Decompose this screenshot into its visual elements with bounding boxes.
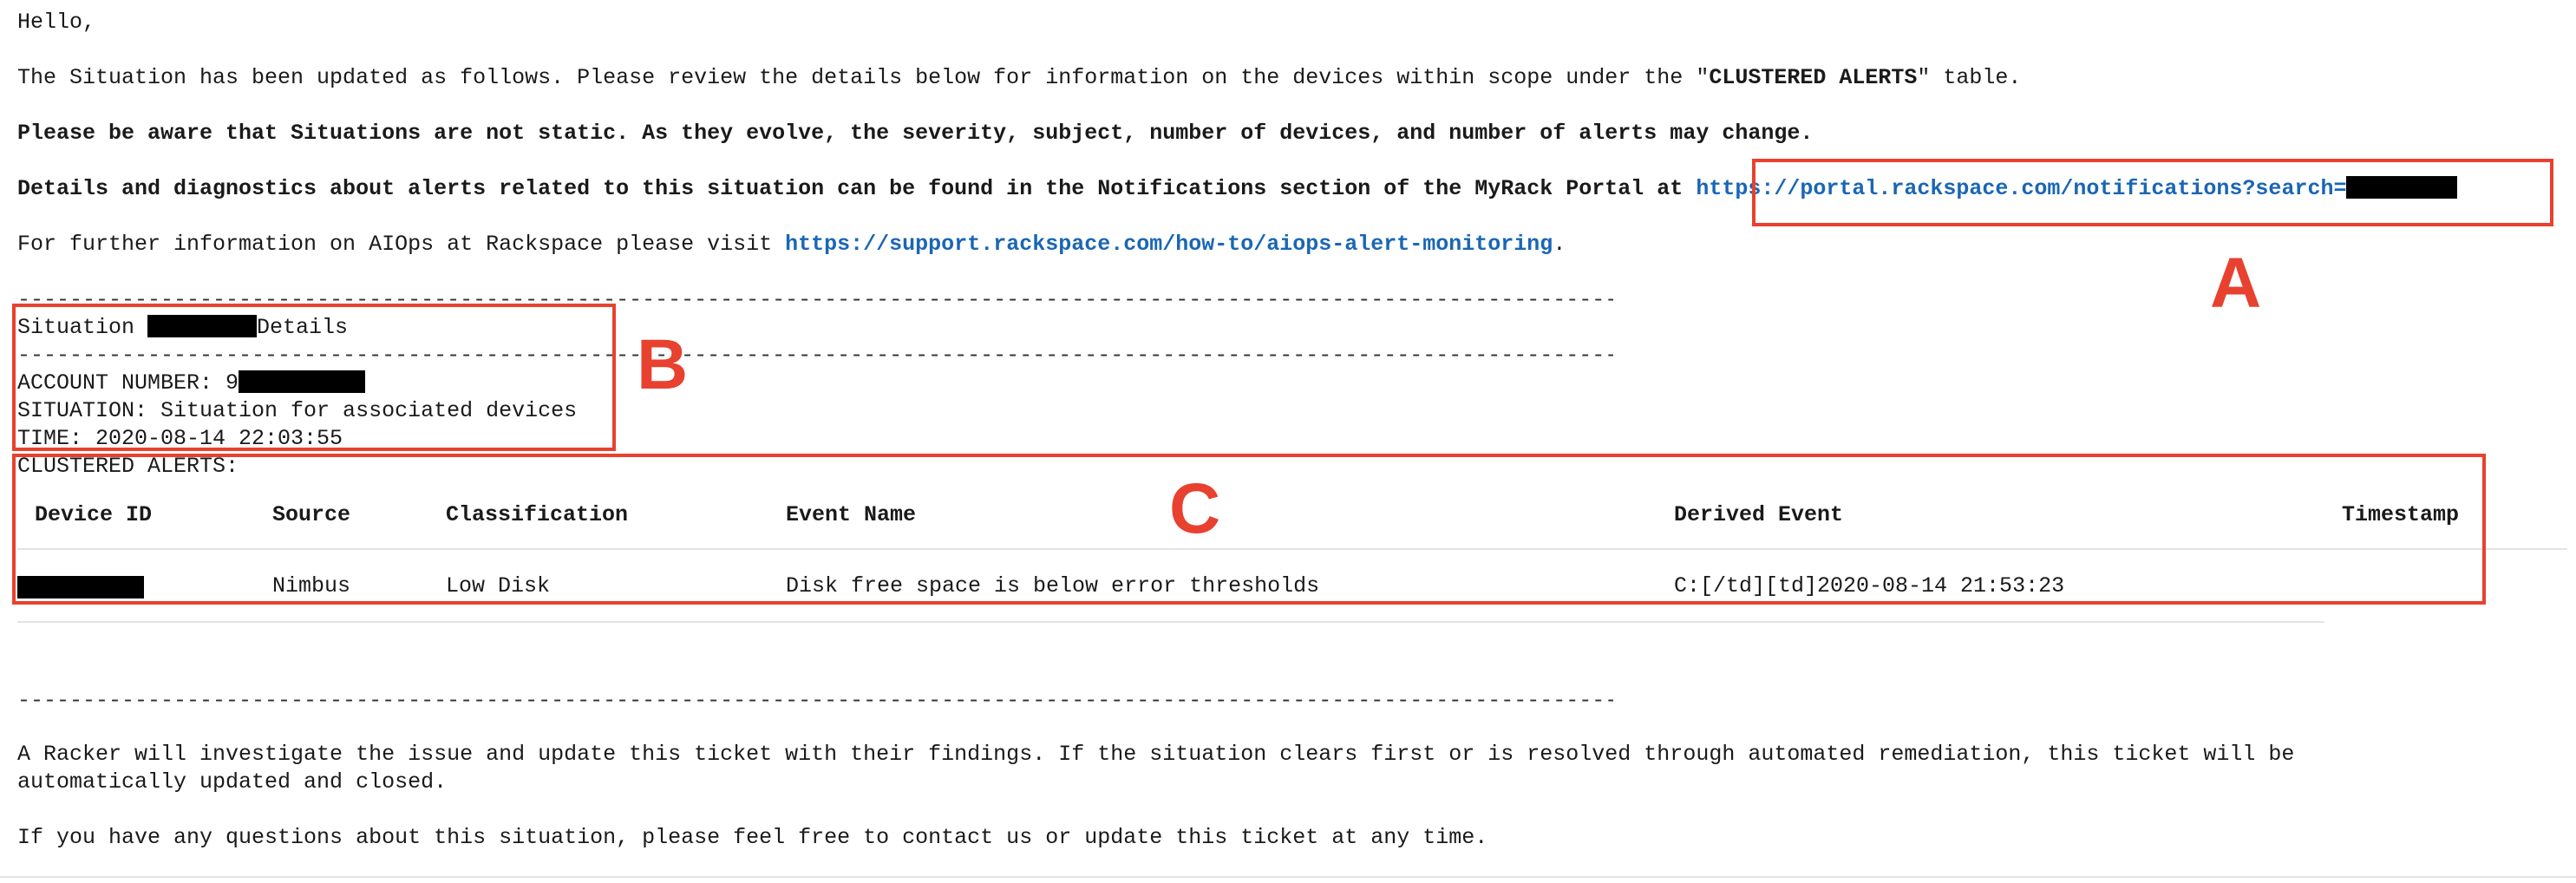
support-link[interactable]: https://support.rackspace.com/how-to/aio… [785, 232, 1553, 257]
racker-line-1: A Racker will investigate the issue and … [17, 742, 2295, 767]
further-info-paragraph: For further information on AIOps at Rack… [17, 231, 1566, 258]
table-bottom-rule [17, 621, 2324, 623]
footer-rule [0, 876, 2576, 878]
greeting: Hello, [17, 10, 96, 35]
warning-paragraph: Please be aware that Situations are not … [17, 121, 1814, 146]
annotation-label-b: B [637, 325, 689, 404]
annotation-label-a: A [2210, 244, 2262, 323]
intro-text: The Situation has been updated as follow… [17, 65, 1710, 90]
details-text: Details and diagnostics about alerts rel… [17, 176, 1697, 201]
racker-line-2: automatically updated and closed. [17, 769, 448, 795]
intro-paragraph: The Situation has been updated as follow… [17, 64, 2021, 92]
questions-paragraph: If you have any questions about this sit… [17, 825, 1488, 850]
intro-bold-text: CLUSTERED ALERTS [1709, 65, 1918, 90]
further-text: For further information on AIOps at Rack… [17, 232, 786, 257]
annotation-box-c [12, 454, 2486, 605]
annotation-box-b [12, 304, 616, 451]
annotation-box-a [1752, 159, 2553, 226]
divider-bottom: ----------------------------------------… [17, 688, 1613, 713]
annotation-label-c: C [1169, 469, 1221, 548]
intro-end-text: " table. [1917, 65, 2022, 90]
further-end: . [1553, 232, 1566, 257]
